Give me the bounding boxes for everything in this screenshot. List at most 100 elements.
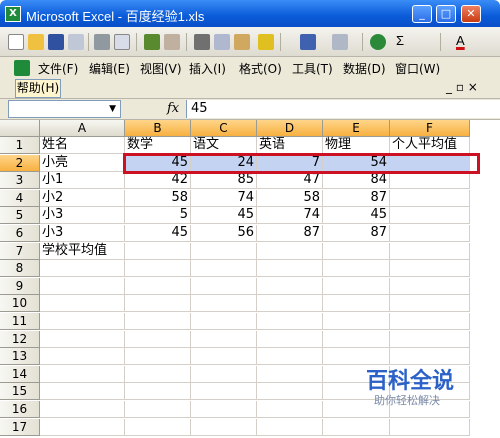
cut-icon[interactable] <box>194 34 210 50</box>
cell-e8[interactable] <box>323 260 390 278</box>
permission-icon[interactable] <box>68 34 84 50</box>
menu-window[interactable]: 窗口(W) <box>395 60 440 77</box>
cell-c15[interactable] <box>191 383 257 401</box>
minimize-button[interactable]: _ <box>412 5 432 23</box>
formula-input[interactable]: 45 <box>186 100 500 118</box>
cell-c13[interactable] <box>191 348 257 366</box>
row-header-16[interactable]: 16 <box>0 401 40 418</box>
cell-b3[interactable]: 42 <box>125 172 191 190</box>
cell-f5[interactable] <box>390 207 470 225</box>
cell-a16[interactable] <box>40 401 125 418</box>
menu-data[interactable]: 数据(D) <box>343 60 386 77</box>
font-color-icon[interactable]: A <box>456 33 465 48</box>
cell-b6[interactable]: 45 <box>125 225 191 242</box>
cell-f7[interactable] <box>390 242 470 260</box>
menu-tools[interactable]: 工具(T) <box>292 60 333 77</box>
row-header-15[interactable]: 15 <box>0 383 40 401</box>
cell-c5[interactable]: 45 <box>191 207 257 225</box>
cell-d16[interactable] <box>257 401 323 418</box>
menu-insert[interactable]: 插入(I) <box>189 60 226 77</box>
cell-f2[interactable] <box>390 154 470 172</box>
cell-e17[interactable] <box>323 418 390 436</box>
cell-b14[interactable] <box>125 365 191 383</box>
cell-b4[interactable]: 58 <box>125 189 191 207</box>
cell-c16[interactable] <box>191 401 257 418</box>
cell-e6[interactable]: 87 <box>323 225 390 242</box>
column-header-c[interactable]: C <box>191 120 257 137</box>
maximize-button[interactable]: □ <box>436 5 456 23</box>
cell-d12[interactable] <box>257 330 323 348</box>
cell-c17[interactable] <box>191 418 257 436</box>
fx-icon[interactable]: fx <box>167 101 179 116</box>
cell-d1[interactable]: 英语 <box>257 137 323 154</box>
row-header-2[interactable]: 2 <box>0 154 40 172</box>
cell-f6[interactable] <box>390 225 470 242</box>
cell-f8[interactable] <box>390 260 470 278</box>
row-header-12[interactable]: 12 <box>0 330 40 348</box>
cell-b15[interactable] <box>125 383 191 401</box>
cell-a7[interactable]: 学校平均值 <box>40 242 125 260</box>
undo-icon[interactable] <box>300 34 316 50</box>
restore-workbook-icon[interactable]: _ ▫ × <box>446 80 478 94</box>
cell-e3[interactable]: 84 <box>323 172 390 190</box>
autosum-icon[interactable]: Σ <box>396 33 404 48</box>
cell-a15[interactable] <box>40 383 125 401</box>
cell-a10[interactable] <box>40 295 125 313</box>
cell-e11[interactable] <box>323 313 390 330</box>
cell-f10[interactable] <box>390 295 470 313</box>
cell-e1[interactable]: 物理 <box>323 137 390 154</box>
cell-f12[interactable] <box>390 330 470 348</box>
name-box-dropdown-icon[interactable]: ▼ <box>109 101 116 117</box>
cell-a8[interactable] <box>40 260 125 278</box>
cell-a9[interactable] <box>40 277 125 295</box>
cell-d9[interactable] <box>257 277 323 295</box>
research-icon[interactable] <box>164 34 180 50</box>
cell-e10[interactable] <box>323 295 390 313</box>
cell-d17[interactable] <box>257 418 323 436</box>
cell-e4[interactable]: 87 <box>323 189 390 207</box>
format-painter-icon[interactable] <box>258 34 274 50</box>
cell-a3[interactable]: 小1 <box>40 172 125 190</box>
cell-b5[interactable]: 5 <box>125 207 191 225</box>
cell-c11[interactable] <box>191 313 257 330</box>
cell-c7[interactable] <box>191 242 257 260</box>
cell-f3[interactable] <box>390 172 470 190</box>
cell-f1[interactable]: 个人平均值 <box>390 137 470 154</box>
cell-b16[interactable] <box>125 401 191 418</box>
cell-a2[interactable]: 小亮 <box>40 154 125 172</box>
cell-a12[interactable] <box>40 330 125 348</box>
row-header-7[interactable]: 7 <box>0 242 40 260</box>
print-preview-icon[interactable] <box>114 34 130 50</box>
hyperlink-icon[interactable] <box>370 34 386 50</box>
cell-d10[interactable] <box>257 295 323 313</box>
cell-b2[interactable]: 45 <box>125 154 191 172</box>
copy-icon[interactable] <box>214 34 230 50</box>
cell-d14[interactable] <box>257 365 323 383</box>
cell-d5[interactable]: 74 <box>257 207 323 225</box>
cell-b13[interactable] <box>125 348 191 366</box>
cell-b17[interactable] <box>125 418 191 436</box>
cell-b11[interactable] <box>125 313 191 330</box>
row-header-5[interactable]: 5 <box>0 207 40 225</box>
row-header-4[interactable]: 4 <box>0 189 40 207</box>
cell-f9[interactable] <box>390 277 470 295</box>
cell-d7[interactable] <box>257 242 323 260</box>
cell-d4[interactable]: 58 <box>257 189 323 207</box>
cell-b1[interactable]: 数学 <box>125 137 191 154</box>
row-header-11[interactable]: 11 <box>0 313 40 330</box>
column-header-d[interactable]: D <box>257 120 323 137</box>
cell-c12[interactable] <box>191 330 257 348</box>
open-icon[interactable] <box>28 34 44 50</box>
cell-e12[interactable] <box>323 330 390 348</box>
cell-b7[interactable] <box>125 242 191 260</box>
help-button[interactable]: 帮助(H) <box>15 79 61 98</box>
row-header-14[interactable]: 14 <box>0 365 40 383</box>
column-header-e[interactable]: E <box>323 120 390 137</box>
cell-c8[interactable] <box>191 260 257 278</box>
cell-a13[interactable] <box>40 348 125 366</box>
column-header-f[interactable]: F <box>390 120 470 137</box>
cell-f11[interactable] <box>390 313 470 330</box>
cell-e5[interactable]: 45 <box>323 207 390 225</box>
cell-c9[interactable] <box>191 277 257 295</box>
cell-a17[interactable] <box>40 418 125 436</box>
